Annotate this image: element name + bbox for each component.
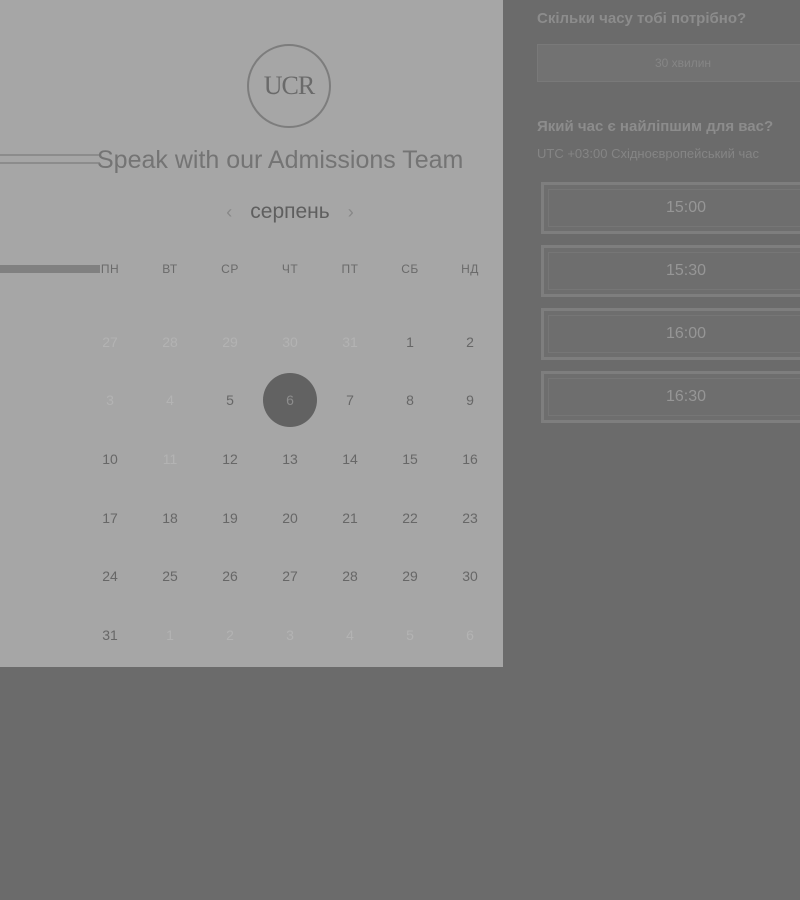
time-slot-button[interactable]: 16:00 — [541, 308, 800, 360]
calendar-day[interactable]: 30 — [450, 556, 490, 596]
calendar-day[interactable]: 12 — [210, 439, 250, 479]
next-month-icon[interactable]: › — [348, 202, 354, 223]
calendar-day[interactable]: 25 — [150, 556, 190, 596]
calendar-day-unavailable: 11 — [162, 451, 178, 467]
duration-select[interactable]: 30 хвилин — [537, 44, 800, 82]
time-selection-panel: Скільки часу тобі потрібно? 30 хвилин Як… — [503, 0, 800, 667]
calendar-day[interactable]: 22 — [390, 498, 430, 538]
calendar-day[interactable]: 16 — [450, 439, 490, 479]
calendar-day-unavailable: 3 — [106, 392, 114, 408]
time-slot-label: 16:30 — [665, 388, 707, 405]
calendar-day[interactable]: 15 — [390, 439, 430, 479]
decorative-line — [0, 154, 100, 164]
calendar-day[interactable]: 23 — [450, 498, 490, 538]
calendar-day[interactable]: 13 — [270, 439, 310, 479]
weekday-header: ПН ВТ СР ЧТ ПТ СБ НД — [80, 262, 500, 282]
calendar-day-outside: 5 — [406, 627, 414, 643]
calendar-day-outside: 27 — [102, 334, 118, 350]
calendar-day[interactable]: 1 — [390, 322, 430, 362]
calendar-day[interactable]: 5 — [210, 380, 250, 420]
prev-month-icon[interactable]: ‹ — [226, 202, 232, 223]
weekday-sat: СБ — [401, 262, 419, 276]
calendar-panel: UCR Speak with our Admissions Team ‹ сер… — [0, 0, 503, 667]
weekday-thu: ЧТ — [281, 262, 299, 276]
calendar-day[interactable]: 9 — [450, 380, 490, 420]
time-slot-label: 15:00 — [665, 199, 707, 216]
time-slot-button[interactable]: 16:30 — [541, 371, 800, 423]
calendar-day-outside: 30 — [282, 334, 298, 350]
calendar-day[interactable]: 29 — [390, 556, 430, 596]
time-slot-label: 15:30 — [665, 262, 707, 279]
calendar-day[interactable]: 21 — [330, 498, 370, 538]
time-slot-button[interactable]: 15:30 — [541, 245, 800, 297]
calendar-day[interactable]: 28 — [330, 556, 370, 596]
calendar-day[interactable]: 20 — [270, 498, 310, 538]
weekday-fri: ПТ — [341, 262, 359, 276]
calendar-day[interactable]: 27 — [270, 556, 310, 596]
calendar-day-outside: 31 — [342, 334, 358, 350]
duration-question: Скільки часу тобі потрібно? — [537, 10, 747, 27]
calendar-day[interactable]: 8 — [390, 380, 430, 420]
weekday-wed: СР — [221, 262, 239, 276]
calendar-day[interactable]: 24 — [90, 556, 130, 596]
calendar-day-outside: 4 — [346, 627, 354, 643]
logo-text: UCR — [263, 71, 315, 100]
calendar-day-outside: 28 — [162, 334, 178, 350]
calendar-day[interactable]: 10 — [90, 439, 130, 479]
time-slot-label: 16:00 — [665, 325, 707, 342]
calendar-day[interactable]: 19 — [210, 498, 250, 538]
calendar-day-outside: 6 — [466, 627, 474, 643]
duration-value: 30 хвилин — [654, 56, 712, 70]
month-label: серпень — [250, 200, 330, 223]
time-slot-button[interactable]: 15:00 — [541, 182, 800, 234]
weekday-mon: ПН — [100, 262, 120, 276]
month-navigation: ‹ серпень › — [210, 198, 370, 226]
calendar-day[interactable]: 17 — [90, 498, 130, 538]
calendar-day-unavailable: 4 — [166, 392, 174, 408]
calendar-day-outside: 29 — [222, 334, 238, 350]
calendar-day-outside: 3 — [286, 627, 294, 643]
timezone-label[interactable]: UTC +03:00 Східноєвропейський час — [537, 146, 759, 161]
calendar-day[interactable]: 7 — [330, 380, 370, 420]
calendar-day[interactable]: 26 — [210, 556, 250, 596]
weekday-tue: ВТ — [162, 262, 178, 276]
weekday-sun: НД — [461, 262, 479, 276]
calendar-day[interactable]: 31 — [90, 615, 130, 655]
calendar-day[interactable]: 14 — [330, 439, 370, 479]
calendar-day[interactable]: 2 — [450, 322, 490, 362]
calendar-day-selected[interactable]: 6 — [263, 373, 317, 427]
time-question: Який час є найліпшим для вас? — [537, 118, 774, 135]
ucr-logo: UCR — [247, 44, 331, 128]
page-title: Speak with our Admissions Team — [97, 146, 464, 174]
calendar-day-outside: 1 — [166, 627, 174, 643]
calendar-day-outside: 2 — [226, 627, 234, 643]
calendar-day[interactable]: 18 — [150, 498, 190, 538]
